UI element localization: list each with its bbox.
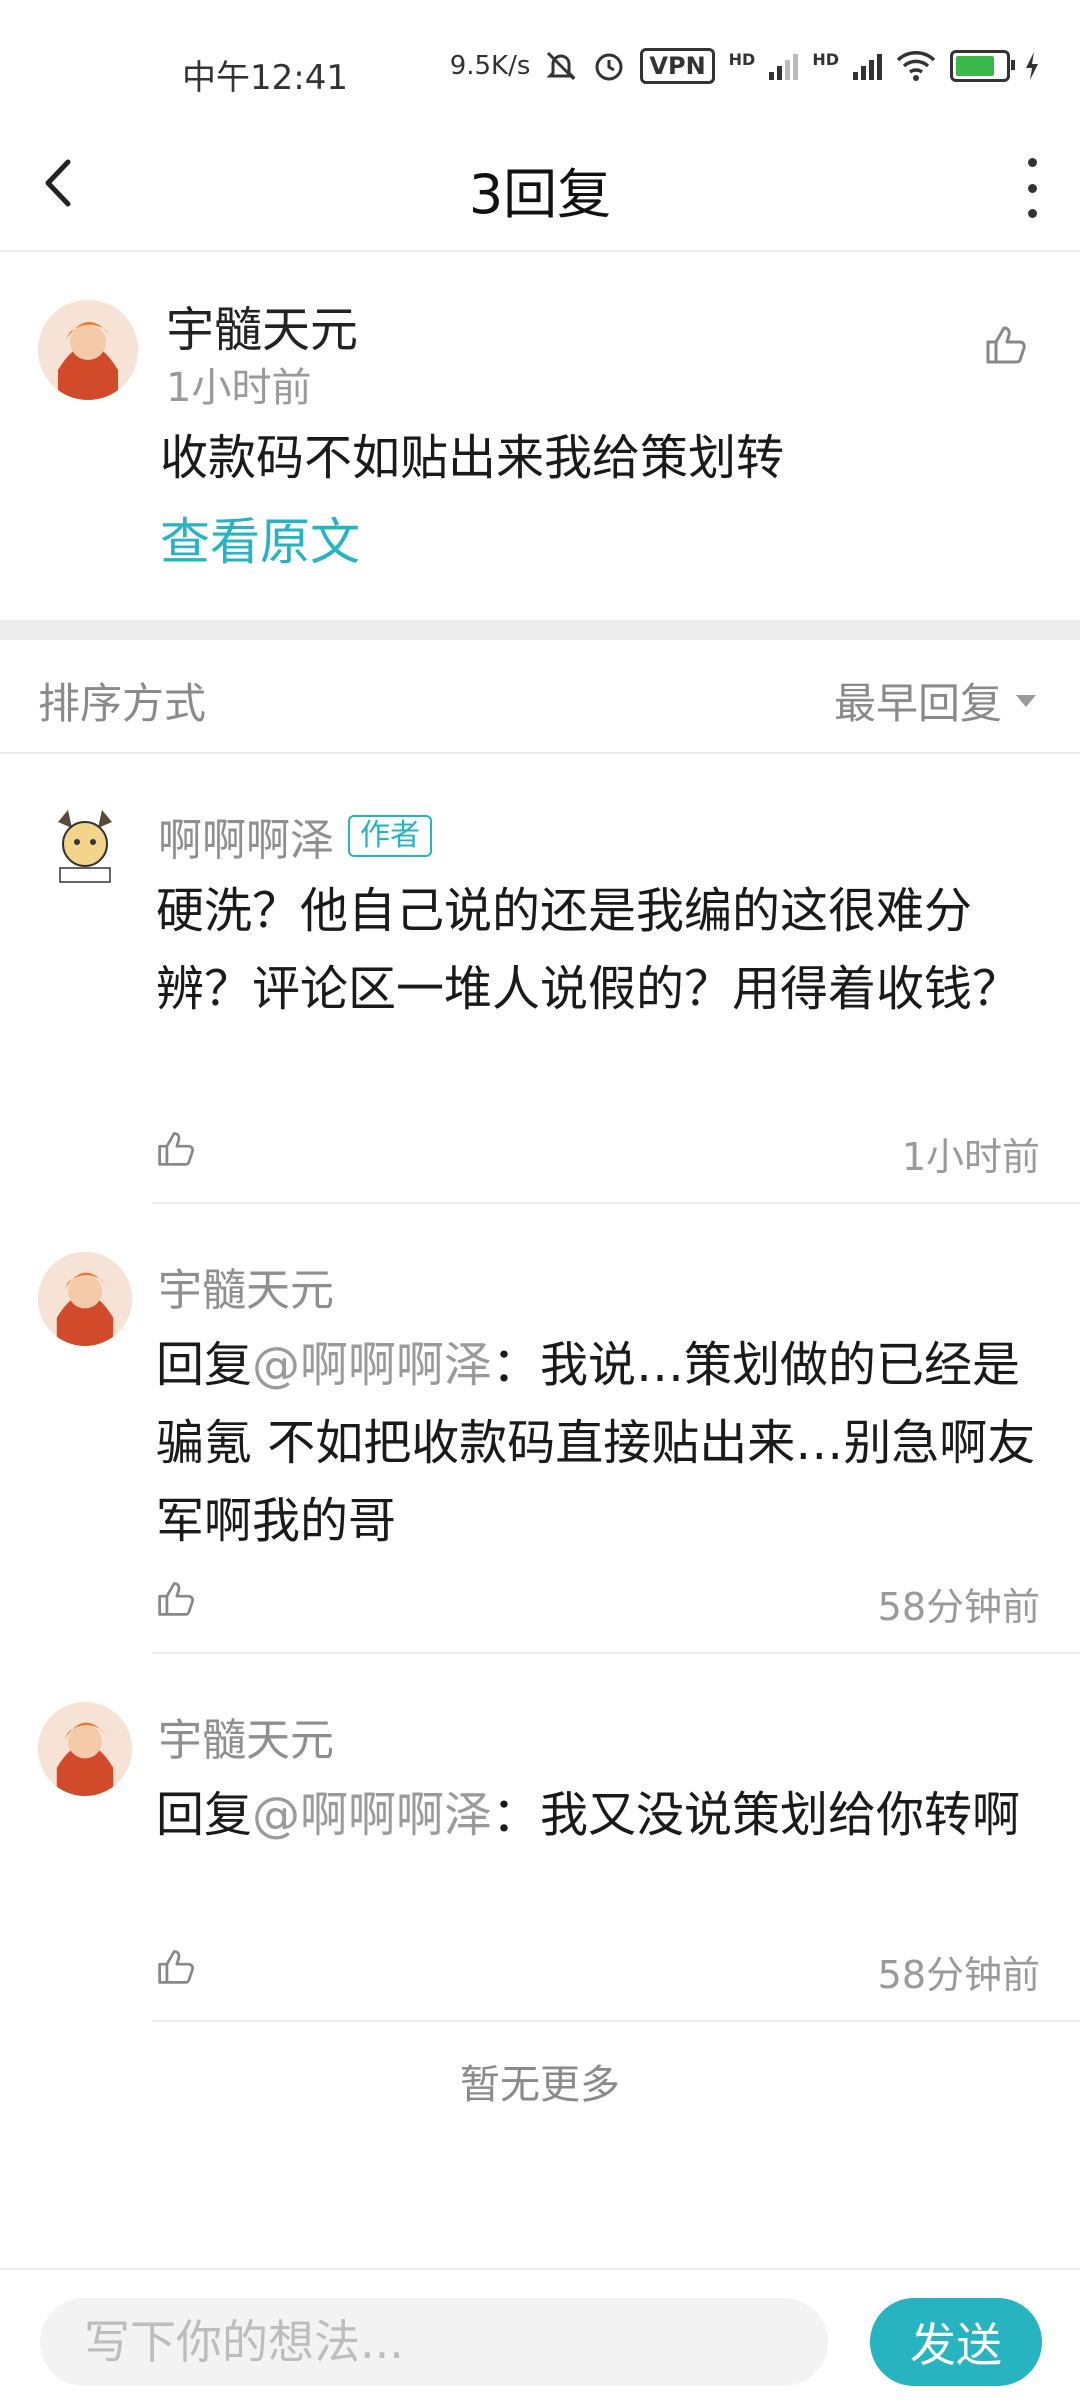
- more-options-icon[interactable]: [1024, 158, 1040, 218]
- thumbs-up-icon[interactable]: [984, 322, 1028, 366]
- reply-item: 宇髓天元 回复@啊啊啊泽：我说…策划做的已经是骗氪 不如把收款码直接贴出来…别急…: [0, 1204, 1080, 1654]
- send-button[interactable]: 发送: [870, 2298, 1042, 2386]
- section-divider: [0, 620, 1080, 640]
- reply-author-row: 宇髓天元: [158, 1704, 334, 1768]
- avatar[interactable]: [38, 1252, 132, 1346]
- thumbs-up-icon[interactable]: [156, 1128, 196, 1168]
- author-badge: 作者: [348, 815, 432, 857]
- reply-text: 回复@啊啊啊泽：我又没说策划给你转啊: [156, 1776, 1036, 1854]
- signal-icon: [853, 52, 882, 80]
- reply-time: 1小时前: [901, 1135, 1040, 1179]
- status-time: 中午12:41: [182, 58, 348, 98]
- comment-time: 1小时前: [166, 365, 312, 411]
- no-more-text: 暂无更多: [460, 2062, 620, 2108]
- comment-author[interactable]: 宇髓天元: [166, 290, 358, 360]
- wifi-icon: [896, 51, 936, 81]
- reply-body: ：我又没说策划给你转啊: [492, 1787, 1021, 1843]
- top-nav: 3回复: [0, 120, 1080, 252]
- reply-author[interactable]: 啊啊啊泽: [158, 804, 334, 868]
- view-original-link[interactable]: 查看原文: [160, 502, 360, 574]
- hd-label: HD: [728, 49, 756, 69]
- reply-author-row: 宇髓天元: [158, 1254, 334, 1318]
- hd-label: HD: [812, 49, 839, 69]
- alarm-icon: [595, 53, 623, 81]
- reply-time: 58分钟前: [877, 1585, 1040, 1629]
- signal-icon: [769, 52, 799, 80]
- divider: [152, 2020, 1080, 2022]
- status-bar: 中午12:41 9.5K/s VPN HD HD: [0, 0, 1080, 120]
- net-speed: 9.5K/s: [449, 51, 531, 81]
- reply-text: 硬洗？他自己说的还是我编的这很难分辨？评论区一堆人说假的？用得着收钱？: [156, 883, 1021, 1017]
- comment-text: 收款码不如贴出来我给策划转: [160, 430, 785, 486]
- reply-author-row: 啊啊啊泽 作者: [158, 804, 432, 868]
- mention-link[interactable]: @啊啊啊泽: [252, 1787, 492, 1843]
- vpn-icon: VPN: [640, 48, 715, 84]
- sort-label: 排序方式: [38, 679, 207, 728]
- reply-text: 回复@啊啊啊泽：我说…策划做的已经是骗氪 不如把收款码直接贴出来…别急啊友军啊我…: [156, 1326, 1036, 1560]
- charging-icon: [1026, 52, 1038, 80]
- avatar[interactable]: [38, 1702, 132, 1796]
- reply-prefix: 回复: [156, 1787, 253, 1843]
- mute-bell-icon: [546, 51, 577, 81]
- thumbs-up-icon[interactable]: [156, 1946, 196, 1986]
- battery-icon: [950, 50, 1015, 82]
- sort-bar: 排序方式 最早回复: [0, 640, 1080, 754]
- mention-link[interactable]: @啊啊啊泽: [252, 1337, 492, 1393]
- reply-author[interactable]: 宇髓天元: [158, 1704, 334, 1768]
- reply-item: 宇髓天元 回复@啊啊啊泽：我又没说策划给你转啊 58分钟前: [0, 1654, 1080, 2024]
- comment-composer: 发送: [0, 2268, 1080, 2402]
- reply-item: 啊啊啊泽 作者 硬洗？他自己说的还是我编的这很难分辨？评论区一堆人说假的？用得着…: [0, 754, 1080, 1204]
- thumbs-up-icon[interactable]: [156, 1578, 196, 1618]
- sort-dropdown[interactable]: 最早回复: [834, 670, 1036, 731]
- reply-prefix: 回复: [156, 1337, 253, 1393]
- reply-author[interactable]: 宇髓天元: [158, 1254, 334, 1318]
- original-comment: 宇髓天元 1小时前 收款码不如贴出来我给策划转 查看原文: [0, 250, 1080, 620]
- avatar[interactable]: [38, 300, 138, 400]
- sort-selected-value: 最早回复: [833, 679, 1002, 728]
- comment-input[interactable]: [40, 2298, 828, 2386]
- reply-time: 58分钟前: [877, 1953, 1040, 1997]
- status-icons: 9.5K/s VPN HD HD: [450, 48, 1040, 84]
- avatar[interactable]: [38, 802, 132, 896]
- caret-down-icon: [1016, 694, 1036, 707]
- page-title: 3回复: [468, 163, 612, 226]
